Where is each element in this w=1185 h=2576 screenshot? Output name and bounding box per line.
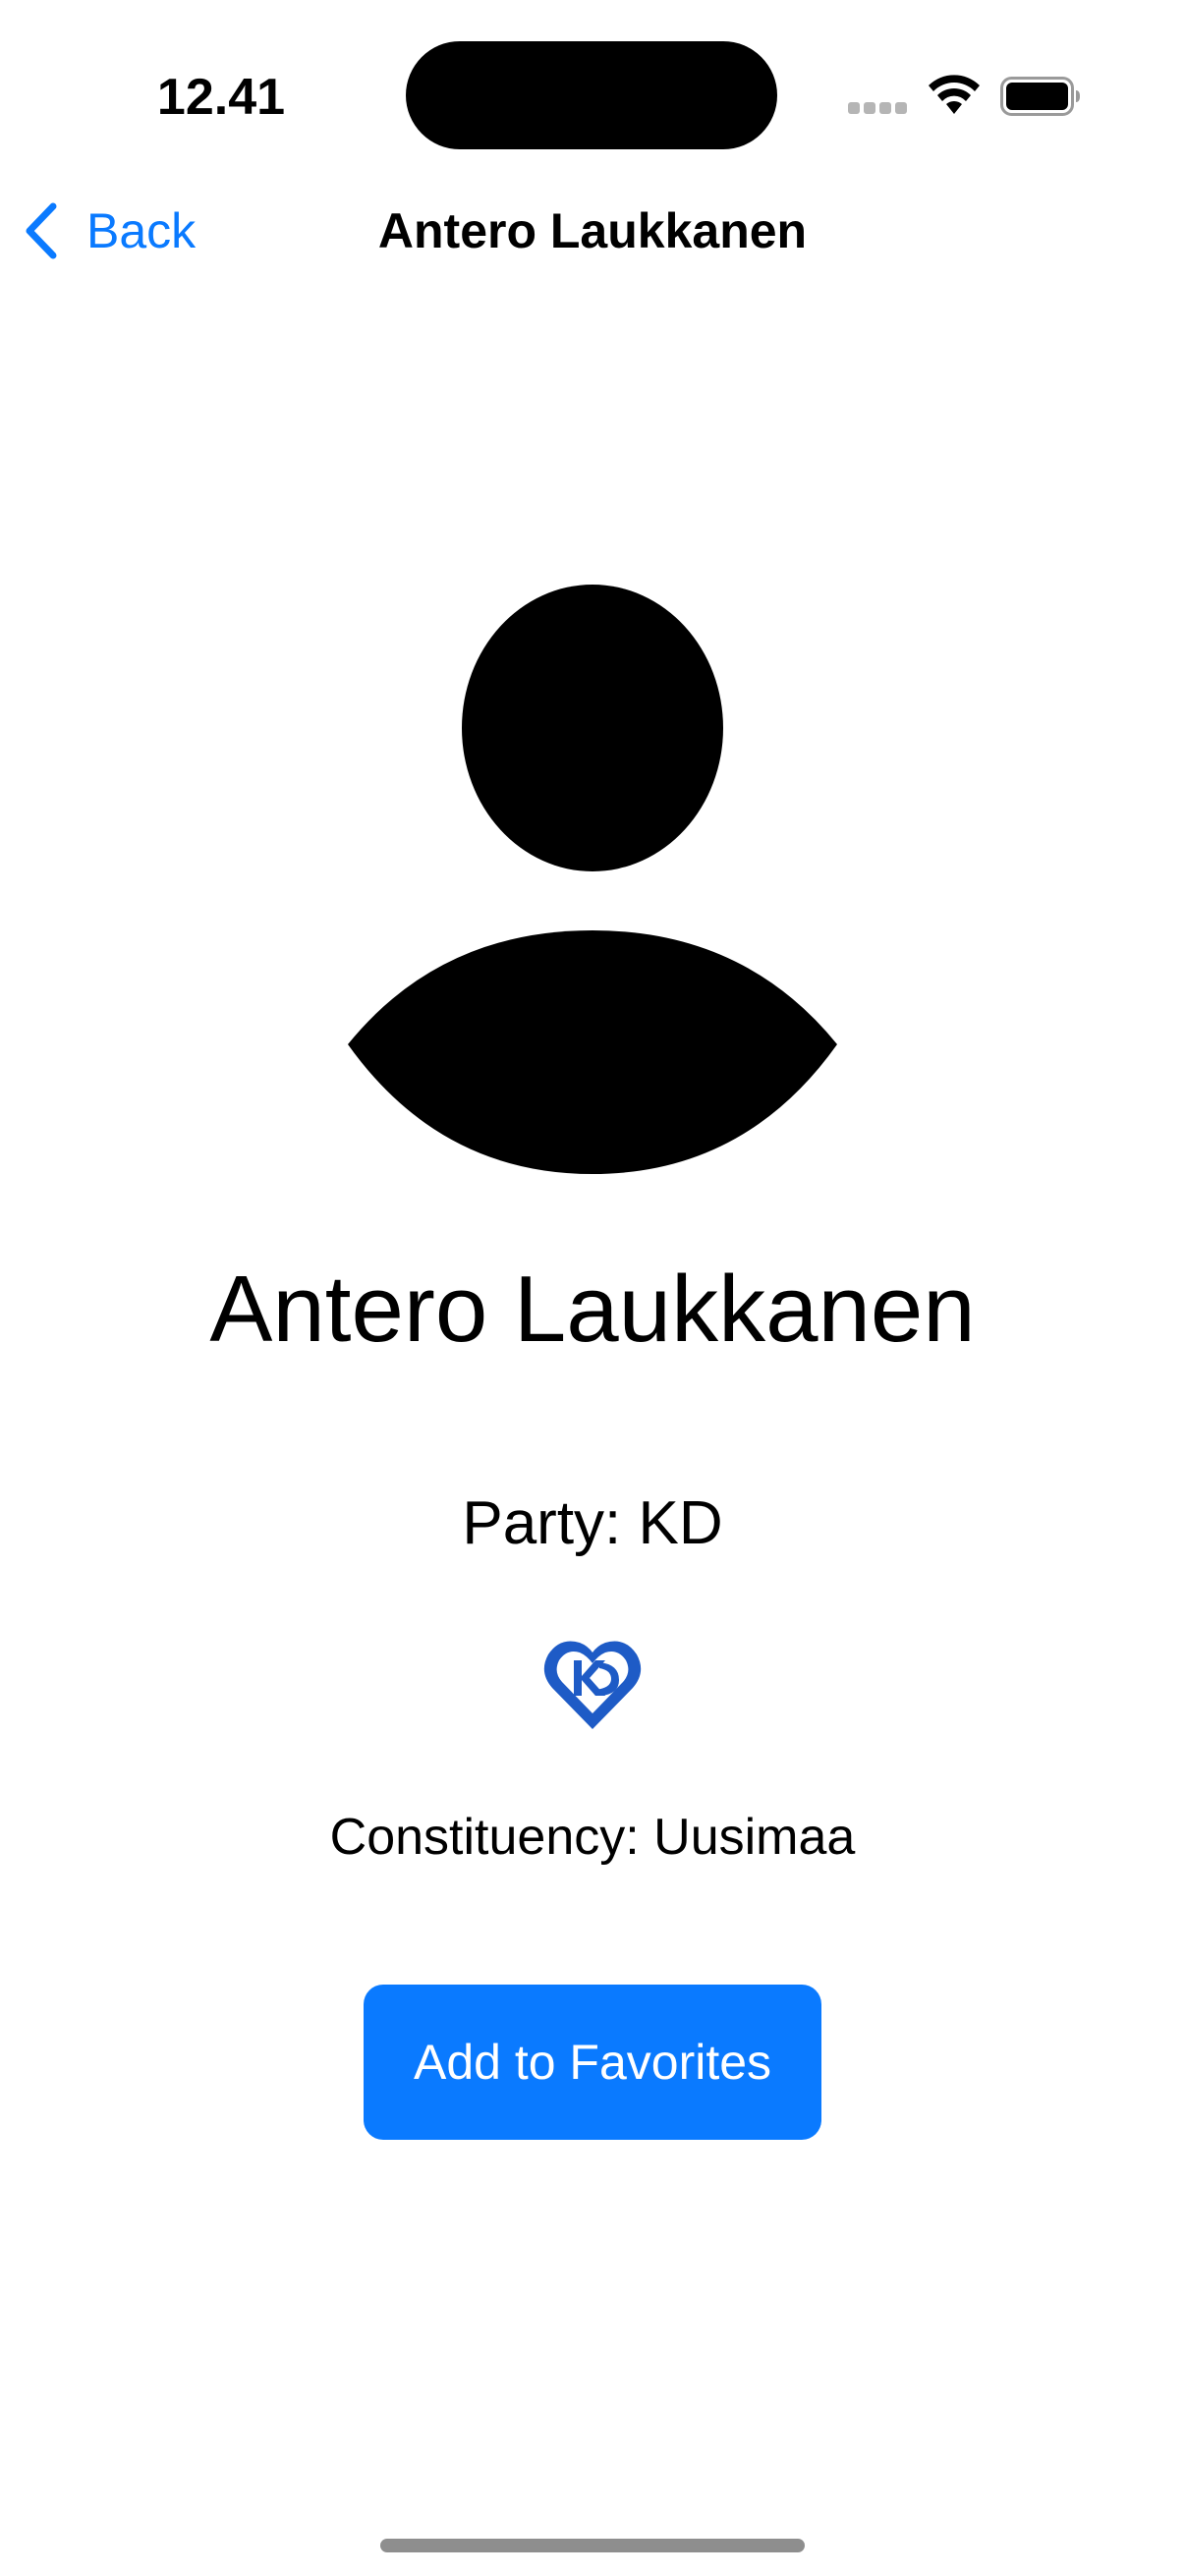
person-silhouette-icon [348,585,837,1174]
back-button[interactable]: Back [22,187,196,275]
battery-icon [1000,77,1080,116]
add-to-favorites-button[interactable]: Add to Favorites [364,1985,821,2140]
status-bar: 12.41 [0,0,1185,187]
kd-heart-logo [543,1641,642,1729]
back-label: Back [86,203,197,258]
party-label: Party: KD [462,1489,723,1557]
profile-name: Antero Laukkanen [209,1257,976,1362]
home-indicator[interactable] [380,2539,805,2552]
dynamic-island [406,41,777,149]
status-time: 12.41 [156,69,286,126]
navigation-bar: Back Antero Laukkanen [0,187,1185,275]
chevron-left-icon [26,202,57,259]
nav-title: Antero Laukkanen [377,203,808,258]
cellular-signal-icon [848,102,909,116]
constituency-label: Constituency: Uusimaa [329,1809,856,1866]
wifi-icon [929,75,980,114]
